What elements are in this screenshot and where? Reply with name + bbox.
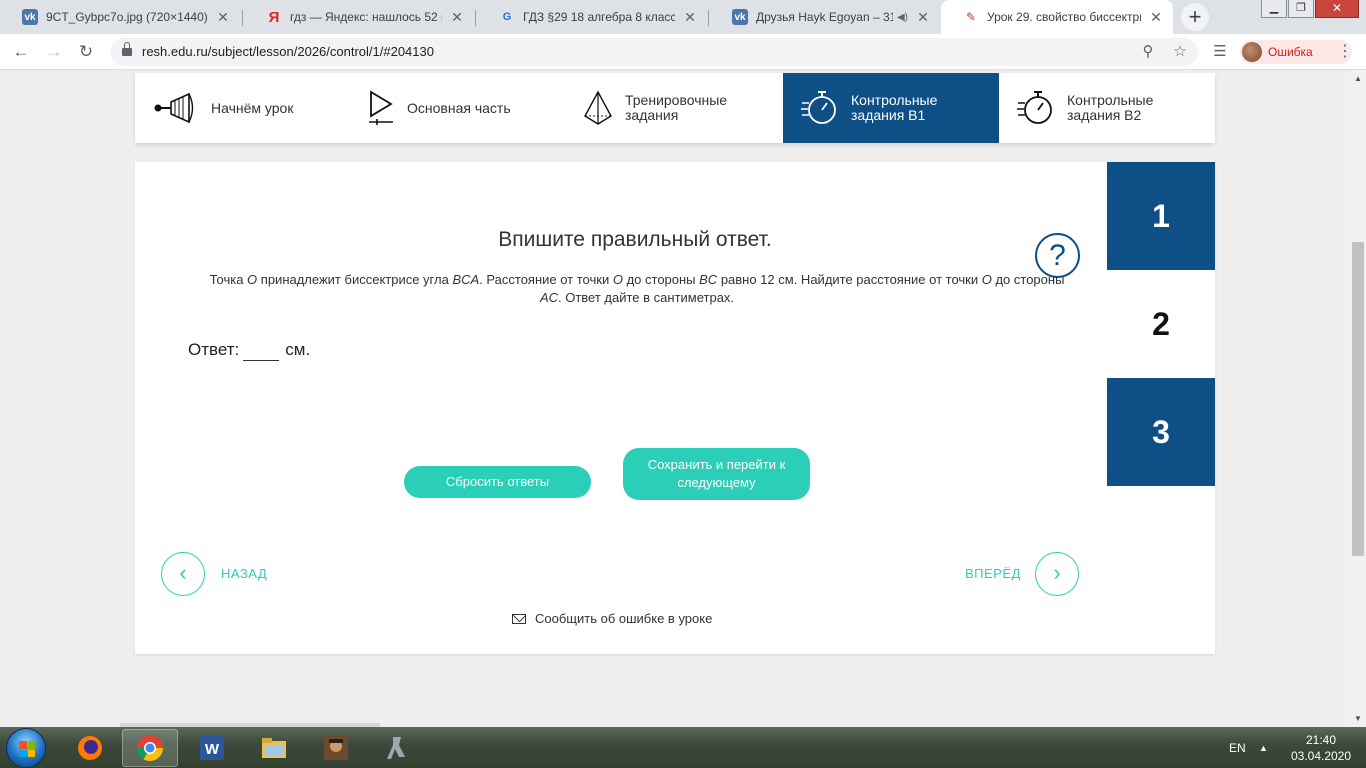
gdz-icon: G bbox=[502, 11, 512, 23]
tab-separator bbox=[242, 10, 243, 26]
profile-status: Ошибка bbox=[1268, 45, 1313, 59]
browser-tab[interactable]: Я гдз — Яндекс: нашлось 52 млн ✕ bbox=[244, 0, 474, 34]
url-text[interactable]: resh.edu.ru/subject/lesson/2026/control/… bbox=[142, 44, 434, 59]
browser-menu-icon[interactable]: ⋮ bbox=[1336, 40, 1354, 64]
page-viewport: Начнём урок Основная часть Тренировочные… bbox=[0, 71, 1350, 727]
stopwatch-icon bbox=[801, 91, 836, 124]
taskbar-clock[interactable]: 21:40 03.04.2020 bbox=[1288, 732, 1354, 764]
svg-text:W: W bbox=[205, 741, 220, 758]
windows-taskbar: W EN ▲ 21:40 03.04.2020 bbox=[0, 727, 1366, 768]
scrollbar-thumb[interactable] bbox=[1352, 242, 1364, 556]
nav-label: Основная часть bbox=[407, 99, 511, 116]
browser-tab[interactable]: G ГДЗ §29 18 алгебра 8 класс Зад ✕ bbox=[477, 0, 707, 34]
scroll-down-icon[interactable]: ▼ bbox=[1350, 711, 1366, 727]
lock-icon[interactable] bbox=[122, 42, 132, 57]
explorer-icon[interactable] bbox=[246, 729, 302, 767]
language-indicator[interactable]: EN bbox=[1229, 727, 1246, 768]
nav-control-b2[interactable]: Контрольные задания В2 bbox=[999, 73, 1215, 143]
vk-icon: vk bbox=[732, 9, 748, 25]
question-number-2[interactable]: 2 bbox=[1107, 270, 1215, 378]
resh-icon: ✎ bbox=[965, 10, 977, 24]
yandex-icon: Я bbox=[268, 8, 280, 26]
nav-start-lesson[interactable]: Начнём урок bbox=[153, 73, 353, 143]
pyramid-icon bbox=[584, 90, 612, 125]
lesson-nav: Начнём урок Основная часть Тренировочные… bbox=[135, 73, 1215, 143]
nav-label: Тренировочные задания bbox=[625, 92, 728, 123]
speaker-icon[interactable]: ◀) bbox=[897, 12, 908, 23]
close-tab-icon[interactable]: ✕ bbox=[1149, 9, 1163, 26]
window-controls: ▁ ❐ ✕ bbox=[1260, 0, 1359, 20]
nav-training[interactable]: Тренировочные задания bbox=[583, 73, 783, 143]
tab-title: Урок 29. свойство биссектрис bbox=[987, 10, 1141, 24]
nav-label: Контрольные задания В2 bbox=[1067, 92, 1154, 123]
question-number-1[interactable]: 1 bbox=[1107, 162, 1215, 270]
answer-row: Ответ: см. bbox=[188, 340, 310, 361]
windows-logo-icon bbox=[19, 741, 35, 757]
forward-arrow-icon[interactable]: › bbox=[1035, 552, 1079, 596]
reload-icon[interactable]: ↻ bbox=[74, 40, 98, 64]
nav-control-b1[interactable]: Контрольные задания В1 bbox=[783, 73, 999, 143]
browser-tab[interactable]: vk 9CT_Gybpc7o.jpg (720×1440) ✕ bbox=[0, 0, 240, 34]
tab-title: ГДЗ §29 18 алгебра 8 класс Зад bbox=[523, 10, 675, 24]
browser-tab-strip: vk 9CT_Gybpc7o.jpg (720×1440) ✕ Я гдз — … bbox=[0, 0, 1366, 34]
tab-title: 9CT_Gybpc7o.jpg (720×1440) bbox=[46, 10, 208, 24]
counter-strike-icon[interactable] bbox=[370, 729, 426, 767]
zoom-icon[interactable]: ⚲ bbox=[1138, 42, 1158, 62]
word-icon[interactable]: W bbox=[184, 729, 240, 767]
browser-tab[interactable]: vk Друзья Hayk Egoyan – 311 ◀) ✕ bbox=[710, 0, 940, 34]
play-icon bbox=[369, 90, 393, 125]
avatar bbox=[1242, 42, 1262, 62]
nav-label: Начнём урок bbox=[211, 99, 294, 116]
back-link[interactable]: НАЗАД bbox=[221, 566, 267, 581]
bookmark-star-icon[interactable]: ☆ bbox=[1170, 42, 1190, 62]
vk-icon: vk bbox=[22, 9, 38, 25]
report-error-link[interactable]: Сообщить об ошибке в уроке bbox=[512, 611, 712, 626]
new-tab-button[interactable]: + bbox=[1181, 3, 1209, 31]
close-tab-icon[interactable]: ✕ bbox=[916, 9, 930, 26]
back-arrow-icon[interactable]: ‹ bbox=[161, 552, 205, 596]
report-label: Сообщить об ошибке в уроке bbox=[535, 611, 713, 626]
tab-title: Друзья Hayk Egoyan – 311 bbox=[756, 10, 893, 24]
clock-date: 03.04.2020 bbox=[1290, 749, 1352, 763]
answer-unit: см. bbox=[285, 340, 311, 359]
close-tab-icon[interactable]: ✕ bbox=[683, 9, 697, 26]
game-icon[interactable] bbox=[308, 729, 364, 767]
forward-link[interactable]: ВПЕРЁД bbox=[965, 566, 1021, 581]
back-icon[interactable]: ← bbox=[9, 40, 33, 64]
nav-main-part[interactable]: Основная часть bbox=[367, 73, 567, 143]
tab-separator bbox=[708, 10, 709, 26]
start-button[interactable] bbox=[6, 728, 46, 768]
browser-tab-active[interactable]: ✎ Урок 29. свойство биссектрис ✕ bbox=[941, 0, 1173, 34]
maximize-icon[interactable]: ❐ bbox=[1288, 0, 1314, 18]
close-window-icon[interactable]: ✕ bbox=[1315, 0, 1359, 18]
close-tab-icon[interactable]: ✕ bbox=[450, 9, 464, 26]
browser-toolbar: ← → ↻ resh.edu.ru/subject/lesson/2026/co… bbox=[0, 34, 1366, 70]
nav-label: Контрольные задания В1 bbox=[851, 92, 938, 123]
task-text: Точка O принадлежит биссектрисе угла BCA… bbox=[209, 272, 1065, 305]
address-bar[interactable]: resh.edu.ru/subject/lesson/2026/control/… bbox=[110, 38, 1198, 66]
media-controls-icon[interactable]: ☰ bbox=[1210, 42, 1230, 62]
stopwatch-icon bbox=[1017, 91, 1052, 124]
reset-answers-button[interactable]: Сбросить ответы bbox=[404, 466, 591, 498]
tab-separator bbox=[475, 10, 476, 26]
chrome-icon[interactable] bbox=[122, 729, 178, 767]
task-heading: Впишите правильный ответ. bbox=[498, 228, 772, 251]
clock-time: 21:40 bbox=[1305, 733, 1337, 747]
task-card: 1 2 3 ? Впишите правильный ответ. Точка … bbox=[135, 162, 1215, 654]
firefox-icon[interactable] bbox=[62, 729, 118, 767]
close-tab-icon[interactable]: ✕ bbox=[216, 9, 230, 26]
answer-label: Ответ: bbox=[188, 340, 240, 359]
scroll-up-icon[interactable]: ▲ bbox=[1350, 71, 1366, 87]
envelope-icon bbox=[512, 613, 526, 624]
page-scrollbar[interactable]: ▲ ▼ bbox=[1350, 71, 1366, 727]
tab-title: гдз — Яндекс: нашлось 52 млн bbox=[290, 10, 442, 24]
forward-icon[interactable]: → bbox=[42, 40, 66, 64]
megaphone-icon bbox=[154, 92, 194, 124]
question-number-3[interactable]: 3 bbox=[1107, 378, 1215, 486]
save-and-next-button[interactable]: Сохранить и перейти к следующему bbox=[623, 448, 810, 500]
answer-input[interactable] bbox=[243, 341, 280, 361]
minimize-icon[interactable]: ▁ bbox=[1261, 0, 1287, 18]
tray-expand-icon[interactable]: ▲ bbox=[1259, 727, 1268, 768]
